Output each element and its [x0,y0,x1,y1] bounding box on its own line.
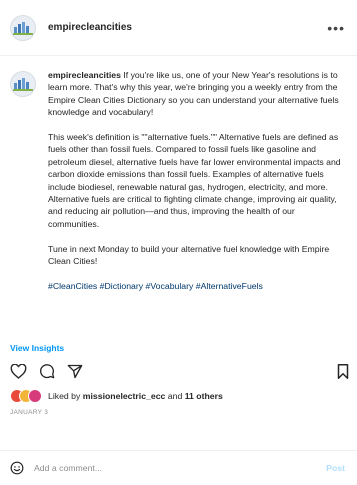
caption-hashtags[interactable]: #CleanCities #Dictionary #Vocabulary #Al… [48,280,347,292]
caption-avatar[interactable] [10,71,36,97]
caption-area[interactable]: empirecleancities If you're like us, one… [0,57,357,335]
caption-text: empirecleancities If you're like us, one… [48,69,347,305]
caption-paragraph-3: Tune in next Monday to build your altern… [48,243,330,267]
bookmark-icon[interactable] [337,363,349,379]
post-comment-button[interactable]: Post [326,463,345,473]
likes-prefix: Liked by [48,391,83,401]
smiley-icon[interactable] [10,461,24,475]
likes-middle: and [165,391,185,401]
liker-avatar [28,389,42,403]
action-bar [10,360,349,382]
city-logo-icon [13,21,33,35]
view-insights-link[interactable]: View Insights [10,343,64,353]
post-header: empirecleancities ••• [0,0,357,56]
comment-bar: Post [0,450,357,485]
post-date: JANUARY 3 [10,409,49,416]
comment-icon[interactable] [39,363,55,379]
caption-paragraph-1: empirecleancities If you're like us, one… [48,69,347,119]
comment-input[interactable] [34,463,327,473]
more-horizontal-icon[interactable]: ••• [327,21,345,35]
post-username[interactable]: empirecleancities [48,22,132,33]
caption-paragraph-2: This week's definition is ""alternative … [48,132,341,229]
likes-text: Liked by missionelectric_ecc and 11 othe… [48,391,223,401]
likes-row: Liked by missionelectric_ecc and 11 othe… [10,388,223,404]
profile-avatar[interactable] [10,14,36,41]
heart-icon[interactable] [10,363,27,379]
city-logo-icon [13,78,33,91]
likes-others-link[interactable]: 11 others [185,391,223,401]
caption: empirecleancities If you're like us, one… [0,57,357,305]
liker-avatars[interactable] [10,389,46,403]
liker-username[interactable]: missionelectric_ecc [83,391,166,401]
caption-username[interactable]: empirecleancities [48,70,121,80]
share-icon[interactable] [67,364,83,379]
